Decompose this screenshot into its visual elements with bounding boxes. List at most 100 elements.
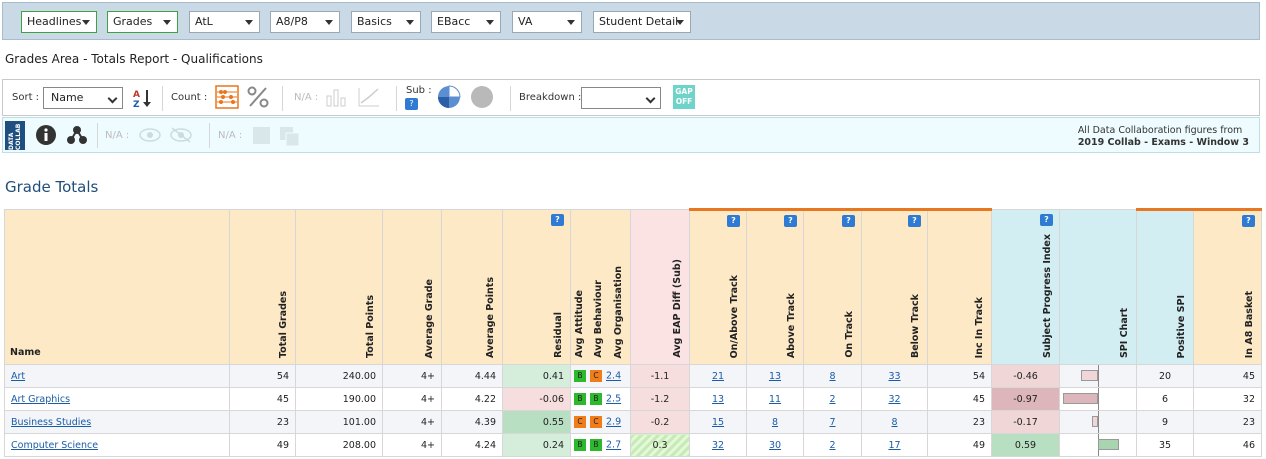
help-icon[interactable]: ?	[842, 215, 855, 227]
subject-link[interactable]: Art Graphics	[11, 394, 70, 405]
below-link[interactable]: 33	[888, 371, 900, 382]
pie-chart-icon[interactable]	[437, 85, 461, 109]
col-total-grades[interactable]: Total Grades	[229, 209, 296, 365]
on-cell[interactable]: 8	[803, 364, 862, 388]
organisation-link[interactable]: 2.7	[606, 440, 621, 451]
col-on-track[interactable]: ? On Track	[803, 208, 862, 365]
gap-toggle-button[interactable]: GAP OFF	[673, 85, 695, 109]
on-above-cell[interactable]: 13	[689, 387, 747, 411]
table-row[interactable]: Computer Science 49 208.00 4+ 4.24 0.24 B B 2.7 0…	[4, 433, 1262, 457]
gap-label: GAP	[675, 87, 693, 96]
below-cell[interactable]: 33	[861, 364, 928, 388]
below-link[interactable]: 17	[888, 440, 900, 451]
help-icon[interactable]: ?	[908, 215, 921, 227]
atl-cell: B B 2.7	[570, 433, 631, 457]
a8p8-dropdown[interactable]: A8/P8	[270, 11, 340, 33]
sort-select[interactable]: Name	[43, 87, 123, 109]
below-link[interactable]: 8	[891, 417, 897, 428]
on-link[interactable]: 2	[829, 394, 835, 405]
network-icon[interactable]	[66, 124, 88, 146]
col-atl[interactable]: Avg Attitude Avg Behaviour Avg Organisat…	[570, 209, 631, 365]
table-row[interactable]: Art 54 240.00 4+ 4.44 0.41 B C 2.4 -1.1 21 13 8 33 54-…	[4, 364, 1262, 388]
col-spi-chart[interactable]: SPI Chart	[1059, 209, 1137, 365]
circle-icon[interactable]	[470, 85, 494, 109]
sort-az-icon[interactable]: A Z	[132, 87, 154, 109]
divider	[510, 86, 511, 111]
col-total-points[interactable]: Total Points	[295, 209, 383, 365]
col-in-a8-basket[interactable]: ? In A8 Basket	[1193, 208, 1262, 365]
above-cell[interactable]: 30	[746, 433, 804, 457]
on-above-cell[interactable]: 21	[689, 364, 747, 388]
col-above-track[interactable]: ? Above Track	[746, 208, 804, 365]
below-cell[interactable]: 17	[861, 433, 928, 457]
breakdown-select[interactable]	[581, 87, 661, 109]
total-grades-cell: 45	[229, 387, 296, 411]
organisation-link[interactable]: 2.9	[606, 417, 621, 428]
va-dropdown[interactable]: VA	[512, 11, 582, 33]
help-icon[interactable]: ?	[1242, 215, 1255, 227]
subject-link[interactable]: Art	[11, 371, 25, 382]
col-below-track[interactable]: ? Below Track	[861, 208, 928, 365]
subject-cell[interactable]: Computer Science	[4, 433, 230, 457]
col-inc-in-track[interactable]: Inc In Track	[927, 208, 992, 365]
table-row[interactable]: Art Graphics 45 190.00 4+ 4.22 -0.06 B B 2.5 -1.2…	[4, 387, 1262, 411]
col-spi[interactable]: ? Subject Progress Index	[991, 209, 1060, 365]
on-cell[interactable]: 2	[803, 387, 862, 411]
help-icon[interactable]: ?	[551, 214, 564, 226]
on-link[interactable]: 2	[829, 440, 835, 451]
student-detail-dropdown[interactable]: Student Detail	[593, 11, 691, 33]
col-positive-spi[interactable]: Positive SPI	[1136, 208, 1194, 365]
abacus-icon[interactable]	[215, 85, 239, 109]
col-eap-diff[interactable]: Avg EAP Diff (Sub)	[630, 209, 690, 365]
atl-dropdown[interactable]: AtL	[189, 11, 260, 33]
table-row[interactable]: Business Studies 23 101.00 4+ 4.39 0.55 C C 2.9-…	[4, 410, 1262, 434]
above-cell[interactable]: 8	[746, 410, 804, 434]
above-cell[interactable]: 11	[746, 387, 804, 411]
ebacc-dropdown[interactable]: EBacc	[431, 11, 501, 33]
percent-icon[interactable]	[246, 85, 270, 109]
col-average-grade[interactable]: Average Grade	[382, 209, 442, 365]
subject-link[interactable]: Computer Science	[11, 440, 98, 451]
help-icon[interactable]: ?	[784, 215, 797, 227]
below-cell[interactable]: 8	[861, 410, 928, 434]
help-icon[interactable]: ?	[405, 98, 418, 110]
on-above-link[interactable]: 13	[712, 394, 724, 405]
subject-cell[interactable]: Art Graphics	[4, 387, 230, 411]
on-link[interactable]: 8	[829, 371, 835, 382]
help-icon[interactable]: ?	[1040, 214, 1053, 226]
below-cell[interactable]: 32	[861, 387, 928, 411]
above-link[interactable]: 11	[769, 394, 781, 405]
on-above-link[interactable]: 32	[712, 440, 724, 451]
on-cell[interactable]: 7	[803, 410, 862, 434]
col-residual[interactable]: ? Residual	[502, 209, 571, 365]
subject-cell[interactable]: Business Studies	[4, 410, 230, 434]
header-row: Name Total Grades Total Points Average G…	[4, 208, 1262, 365]
grades-dropdown[interactable]: Grades	[107, 11, 178, 33]
col-on-above-track[interactable]: ? On/Above Track	[689, 208, 747, 365]
above-cell[interactable]: 13	[746, 364, 804, 388]
on-above-cell[interactable]: 32	[689, 433, 747, 457]
on-link[interactable]: 7	[829, 417, 835, 428]
below-link[interactable]: 32	[888, 394, 900, 405]
on-above-link[interactable]: 15	[712, 417, 724, 428]
subject-link[interactable]: Business Studies	[11, 417, 91, 428]
dropdown-label: EBacc	[437, 15, 471, 28]
subject-cell[interactable]: Art	[4, 364, 230, 388]
above-link[interactable]: 30	[769, 440, 781, 451]
headlines-dropdown[interactable]: Headlines	[21, 11, 97, 33]
above-link[interactable]: 8	[772, 417, 778, 428]
help-icon[interactable]: ?	[727, 215, 740, 227]
on-cell[interactable]: 2	[803, 433, 862, 457]
info-icon[interactable]	[35, 124, 57, 146]
basics-dropdown[interactable]: Basics	[351, 11, 421, 33]
caret-down-icon	[567, 20, 575, 25]
organisation-link[interactable]: 2.4	[606, 371, 621, 382]
filter-bar: Headlines Grades AtL A8/P8 Basics EBacc …	[2, 2, 1260, 40]
on-above-link[interactable]: 21	[712, 371, 724, 382]
col-average-points[interactable]: Average Points	[441, 209, 503, 365]
above-link[interactable]: 13	[769, 371, 781, 382]
organisation-link[interactable]: 2.5	[606, 394, 621, 405]
col-label: Average Points	[485, 276, 496, 358]
col-name[interactable]: Name	[4, 209, 230, 365]
on-above-cell[interactable]: 15	[689, 410, 747, 434]
